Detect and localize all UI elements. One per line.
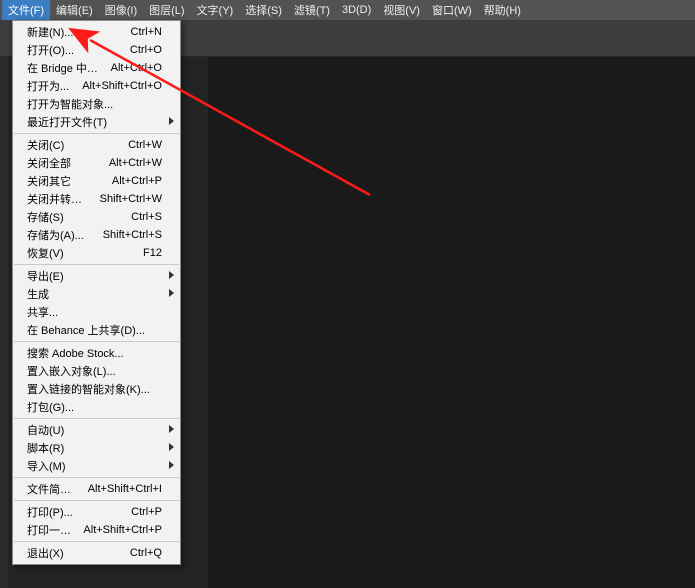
menu-视图v[interactable]: 视图(V)	[377, 0, 426, 20]
menu-item-shortcut: Alt+Ctrl+P	[112, 175, 162, 187]
menu-选择s[interactable]: 选择(S)	[239, 0, 288, 20]
menu-item-label: 打包(G)...	[27, 399, 74, 415]
menu-item-shortcut: Alt+Shift+Ctrl+P	[83, 524, 162, 536]
menu-3dd[interactable]: 3D(D)	[336, 2, 377, 18]
file-menu-item[interactable]: 关闭(C) Ctrl+W	[13, 136, 180, 154]
file-menu-item[interactable]: 打包(G)...	[13, 398, 180, 416]
menubar: 文件(F)编辑(E)图像(I)图层(L)文字(Y)选择(S)滤镜(T)3D(D)…	[0, 0, 695, 20]
menu-item-shortcut: Ctrl+Q	[130, 547, 162, 559]
menu-item-label: 共享...	[27, 304, 58, 320]
menu-图层l[interactable]: 图层(L)	[143, 0, 190, 20]
menu-item-label: 打印一份(Y)	[27, 522, 73, 538]
menu-item-shortcut: Ctrl+P	[131, 506, 162, 518]
menu-item-label: 打开为...	[27, 78, 69, 94]
file-menu-item[interactable]: 在 Bridge 中浏览(B)... Alt+Ctrl+O	[13, 59, 180, 77]
file-menu-item[interactable]: 关闭并转到 Bridge... Shift+Ctrl+W	[13, 190, 180, 208]
menu-separator	[14, 477, 179, 478]
menu-item-label: 置入链接的智能对象(K)...	[27, 381, 150, 397]
file-menu-item[interactable]: 导入(M)	[13, 457, 180, 475]
file-menu-item[interactable]: 打印(P)... Ctrl+P	[13, 503, 180, 521]
menu-separator	[14, 341, 179, 342]
menu-separator	[14, 500, 179, 501]
file-menu-item[interactable]: 打开为智能对象...	[13, 95, 180, 113]
menu-item-shortcut: Shift+Ctrl+W	[100, 193, 162, 205]
menu-编辑e[interactable]: 编辑(E)	[50, 0, 99, 20]
file-menu-item[interactable]: 关闭全部 Alt+Ctrl+W	[13, 154, 180, 172]
menu-滤镜t[interactable]: 滤镜(T)	[288, 0, 336, 20]
menu-separator	[14, 133, 179, 134]
menu-item-label: 导出(E)	[27, 268, 64, 284]
menu-separator	[14, 541, 179, 542]
menu-item-label: 打开为智能对象...	[27, 96, 113, 112]
menu-item-label: 存储为(A)...	[27, 227, 84, 243]
file-menu-item[interactable]: 置入嵌入对象(L)...	[13, 362, 180, 380]
menu-文件f[interactable]: 文件(F)	[2, 0, 50, 20]
file-menu-item[interactable]: 导出(E)	[13, 267, 180, 285]
file-menu-item[interactable]: 置入链接的智能对象(K)...	[13, 380, 180, 398]
file-menu-item[interactable]: 新建(N)... Ctrl+N	[13, 23, 180, 41]
menu-item-label: 导入(M)	[27, 458, 66, 474]
menu-item-shortcut: Ctrl+N	[131, 26, 162, 38]
menu-item-label: 最近打开文件(T)	[27, 114, 107, 130]
submenu-arrow-icon	[169, 271, 174, 279]
file-menu-item[interactable]: 共享...	[13, 303, 180, 321]
file-menu-item[interactable]: 存储(S) Ctrl+S	[13, 208, 180, 226]
menu-item-label: 打开(O)...	[27, 42, 74, 58]
menu-item-label: 关闭全部	[27, 155, 71, 171]
file-menu-item[interactable]: 恢复(V) F12	[13, 244, 180, 262]
file-menu-item[interactable]: 存储为(A)... Shift+Ctrl+S	[13, 226, 180, 244]
menu-item-shortcut: Ctrl+O	[130, 44, 162, 56]
menu-item-label: 生成	[27, 286, 49, 302]
menu-item-shortcut: Alt+Shift+Ctrl+I	[88, 483, 162, 495]
menu-item-label: 恢复(V)	[27, 245, 64, 261]
menu-separator	[14, 264, 179, 265]
submenu-arrow-icon	[169, 117, 174, 125]
menu-item-shortcut: Alt+Ctrl+W	[109, 157, 162, 169]
submenu-arrow-icon	[169, 289, 174, 297]
menu-item-label: 在 Bridge 中浏览(B)...	[27, 60, 101, 76]
menu-item-shortcut: Alt+Shift+Ctrl+O	[82, 80, 162, 92]
file-menu-item[interactable]: 搜索 Adobe Stock...	[13, 344, 180, 362]
file-menu-item[interactable]: 文件简介(F)... Alt+Shift+Ctrl+I	[13, 480, 180, 498]
submenu-arrow-icon	[169, 425, 174, 433]
menu-item-label: 脚本(R)	[27, 440, 64, 456]
menu-item-label: 新建(N)...	[27, 24, 73, 40]
menu-item-label: 置入嵌入对象(L)...	[27, 363, 116, 379]
file-menu-item[interactable]: 在 Behance 上共享(D)...	[13, 321, 180, 339]
menu-图像i[interactable]: 图像(I)	[99, 0, 143, 20]
menu-item-shortcut: Ctrl+S	[131, 211, 162, 223]
menu-窗口w[interactable]: 窗口(W)	[426, 0, 478, 20]
file-menu-item[interactable]: 生成	[13, 285, 180, 303]
file-menu-item[interactable]: 打开(O)... Ctrl+O	[13, 41, 180, 59]
menu-item-label: 退出(X)	[27, 545, 64, 561]
menu-item-label: 在 Behance 上共享(D)...	[27, 322, 145, 338]
file-menu-item[interactable]: 最近打开文件(T)	[13, 113, 180, 131]
file-menu-item[interactable]: 自动(U)	[13, 421, 180, 439]
submenu-arrow-icon	[169, 461, 174, 469]
menu-帮助h[interactable]: 帮助(H)	[478, 0, 527, 20]
menu-item-label: 关闭其它	[27, 173, 71, 189]
menu-item-shortcut: Shift+Ctrl+S	[103, 229, 162, 241]
file-menu-item[interactable]: 关闭其它 Alt+Ctrl+P	[13, 172, 180, 190]
menu-item-label: 搜索 Adobe Stock...	[27, 345, 124, 361]
menu-item-shortcut: Ctrl+W	[128, 139, 162, 151]
file-menu-item[interactable]: 打开为... Alt+Shift+Ctrl+O	[13, 77, 180, 95]
file-menu-item[interactable]: 打印一份(Y) Alt+Shift+Ctrl+P	[13, 521, 180, 539]
left-rail	[0, 56, 8, 588]
menu-文字y[interactable]: 文字(Y)	[191, 0, 240, 20]
menu-item-shortcut: F12	[143, 247, 162, 259]
menu-item-label: 存储(S)	[27, 209, 64, 225]
menu-item-label: 关闭并转到 Bridge...	[27, 191, 90, 207]
menu-item-shortcut: Alt+Ctrl+O	[111, 62, 162, 74]
menu-separator	[14, 418, 179, 419]
menu-item-label: 自动(U)	[27, 422, 64, 438]
menu-item-label: 关闭(C)	[27, 137, 64, 153]
file-menu-dropdown: 新建(N)... Ctrl+N 打开(O)... Ctrl+O 在 Bridge 中浏览…	[12, 20, 181, 565]
menu-item-label: 打印(P)...	[27, 504, 73, 520]
file-menu-item[interactable]: 退出(X) Ctrl+Q	[13, 544, 180, 562]
file-menu-item[interactable]: 脚本(R)	[13, 439, 180, 457]
menu-item-label: 文件简介(F)...	[27, 481, 78, 497]
submenu-arrow-icon	[169, 443, 174, 451]
